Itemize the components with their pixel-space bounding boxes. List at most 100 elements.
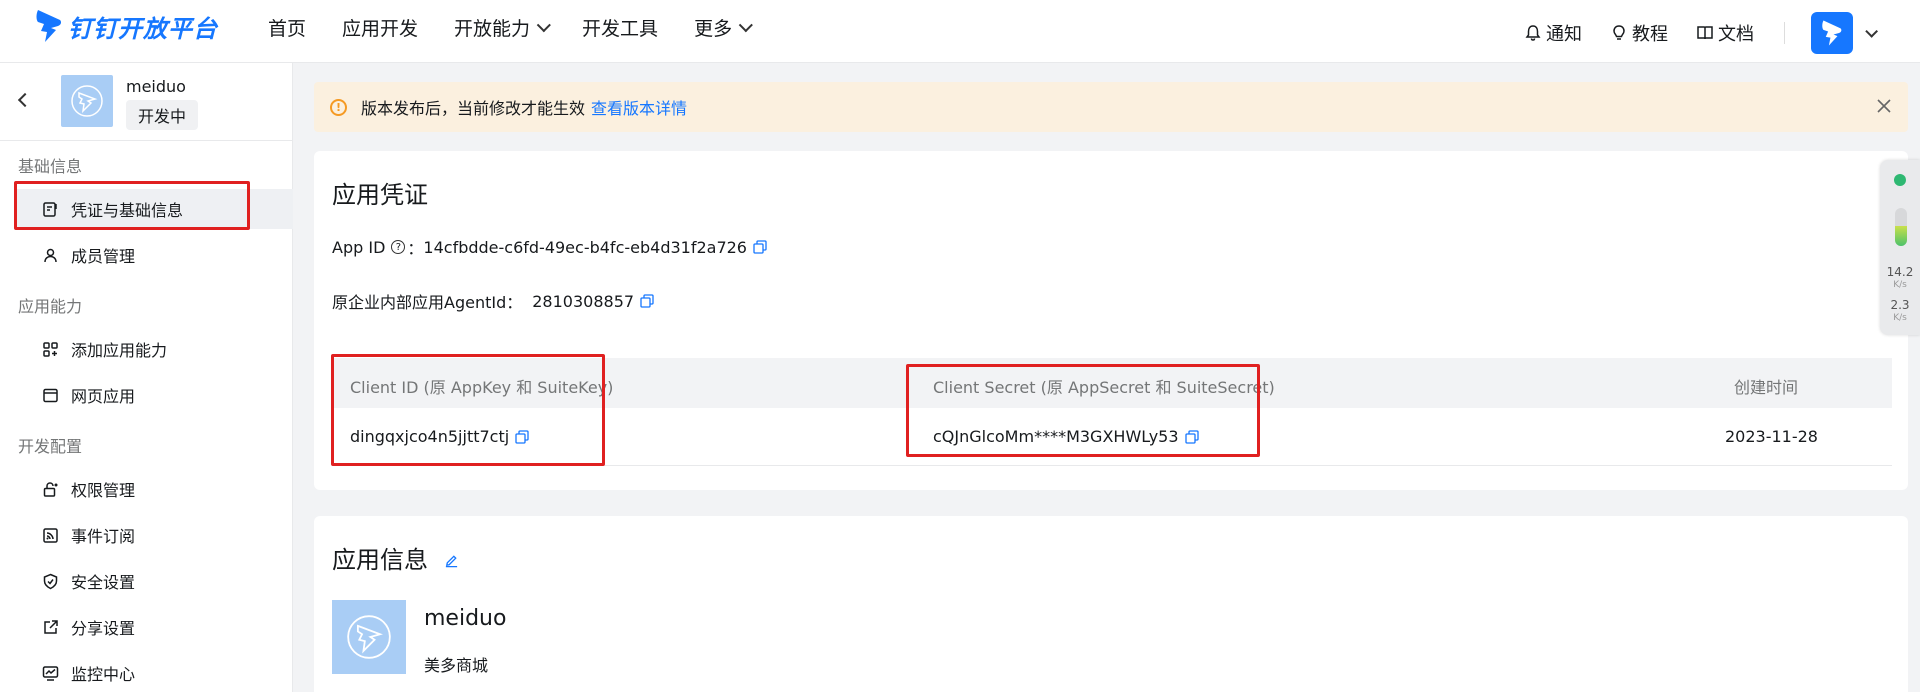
app-info-desc: 美多商城 bbox=[424, 656, 489, 675]
sidebar-item-add-capability[interactable]: 添加应用能力 bbox=[14, 329, 293, 369]
rss-icon bbox=[43, 527, 58, 543]
load-bar-fill bbox=[1895, 226, 1907, 246]
user-icon bbox=[44, 248, 57, 262]
sidebar-item-monitor[interactable]: 监控中心 bbox=[14, 653, 293, 692]
monitor-icon bbox=[42, 665, 59, 681]
app-logo-icon bbox=[71, 85, 103, 117]
alert-text: 版本发布后，当前修改才能生效 bbox=[361, 99, 586, 118]
group-dev-config: 开发配置 bbox=[18, 437, 83, 456]
nav-more[interactable]: 更多 bbox=[694, 14, 753, 41]
top-navbar: 钉钉开放平台 首页 应用开发 开放能力 开发工具 更多 通知 教程 文档 bbox=[0, 0, 1920, 63]
dingtalk-logo[interactable]: 钉钉开放平台 bbox=[34, 6, 218, 46]
chevron-down-icon[interactable] bbox=[1865, 24, 1878, 38]
sidebar-item-share[interactable]: 分享设置 bbox=[14, 607, 293, 647]
client-secret-value: cQJnGlcoMm****M3GXHWLy53 bbox=[933, 427, 1179, 446]
sidebar-item-security[interactable]: 安全设置 bbox=[14, 561, 293, 601]
col-client-id: Client ID (原 AppKey 和 SuiteKey) bbox=[350, 378, 614, 397]
nav-open-capability-label: 开放能力 bbox=[454, 18, 531, 40]
notify-label: 通知 bbox=[1546, 24, 1582, 45]
sidebar-item-permissions[interactable]: 权限管理 bbox=[14, 469, 293, 509]
sidebar-item-label: 权限管理 bbox=[71, 481, 136, 500]
agent-id-value: 2810308857 bbox=[532, 291, 635, 311]
webpage-icon bbox=[43, 388, 58, 402]
created-at-value: 2023-11-28 bbox=[1725, 427, 1818, 446]
back-arrow-icon[interactable] bbox=[17, 92, 33, 108]
app-id-label: App ID bbox=[332, 237, 386, 257]
sidebar-item-label: 网页应用 bbox=[71, 387, 136, 406]
sidebar-item-label: 分享设置 bbox=[71, 619, 136, 638]
user-avatar[interactable] bbox=[1811, 12, 1853, 54]
download-unit: K/s bbox=[1893, 313, 1907, 323]
app-info-name: meiduo bbox=[424, 606, 507, 631]
credentials-title: 应用凭证 bbox=[332, 181, 428, 209]
col-client-secret: Client Secret (原 AppSecret 和 SuiteSecret… bbox=[933, 378, 1275, 397]
agent-id-row: 原企业内部应用AgentId： 2810308857 bbox=[332, 289, 654, 313]
nav-more-label: 更多 bbox=[694, 18, 733, 40]
nav-open-capability[interactable]: 开放能力 bbox=[454, 14, 551, 41]
group-app-capability: 应用能力 bbox=[18, 297, 83, 316]
logo-text: 钉钉开放平台 bbox=[68, 14, 218, 43]
divider bbox=[1784, 22, 1785, 44]
copy-icon[interactable] bbox=[753, 240, 767, 254]
status-dot bbox=[1894, 174, 1906, 186]
app-thumbnail bbox=[61, 75, 113, 127]
book-icon bbox=[1697, 26, 1713, 40]
copy-icon[interactable] bbox=[1184, 429, 1199, 444]
app-logo-icon bbox=[347, 615, 391, 659]
sidebar-item-credentials[interactable]: 凭证与基础信息 bbox=[14, 189, 293, 229]
tutorial-link[interactable]: 教程 bbox=[1610, 20, 1668, 46]
help-icon[interactable]: ? bbox=[391, 240, 406, 254]
credentials-card: 应用凭证 App ID ? ： 14cfbdde-c6fd-49ec-b4fc-… bbox=[314, 151, 1908, 490]
dingtalk-avatar-icon bbox=[1822, 20, 1842, 46]
sidebar-item-label: 事件订阅 bbox=[71, 527, 136, 546]
docs-label: 文档 bbox=[1718, 24, 1754, 45]
app-status-badge: 开发中 bbox=[126, 100, 199, 130]
share-icon bbox=[44, 619, 58, 634]
nav-app-dev[interactable]: 应用开发 bbox=[342, 14, 418, 41]
sidebar-item-members[interactable]: 成员管理 bbox=[14, 235, 293, 275]
copy-icon[interactable] bbox=[640, 294, 654, 308]
sidebar-item-web-app[interactable]: 网页应用 bbox=[14, 375, 293, 415]
docs-link[interactable]: 文档 bbox=[1696, 20, 1754, 46]
nav-app-dev-label: 应用开发 bbox=[342, 18, 419, 40]
version-alert: ! 版本发布后，当前修改才能生效 查看版本详情 bbox=[314, 82, 1908, 132]
app-id-row: App ID ? ： 14cfbdde-c6fd-49ec-b4fc-eb4d3… bbox=[332, 235, 767, 259]
upload-unit: K/s bbox=[1893, 280, 1907, 290]
sidebar-item-label: 成员管理 bbox=[71, 247, 136, 266]
view-version-link[interactable]: 查看版本详情 bbox=[591, 95, 687, 119]
app-name: meiduo bbox=[126, 77, 186, 96]
nav-dev-tools[interactable]: 开发工具 bbox=[582, 14, 658, 41]
app-info-card: 应用信息 meiduo 美多商城 bbox=[314, 516, 1908, 692]
app-info-title-row: 应用信息 bbox=[332, 540, 459, 575]
copy-icon[interactable] bbox=[515, 429, 529, 444]
top-right-menu: 通知 教程 文档 bbox=[1496, 12, 1878, 54]
sidebar-item-label: 添加应用能力 bbox=[71, 341, 168, 360]
col-created-at: 创建时间 bbox=[1734, 378, 1799, 397]
client-id-value: dingqxjco4n5jjtt7ctj bbox=[350, 427, 510, 446]
upload-speed: 14.2 bbox=[1886, 265, 1914, 279]
nav-dev-tools-label: 开发工具 bbox=[582, 18, 659, 40]
edit-icon[interactable] bbox=[444, 553, 459, 568]
app-info-thumbnail bbox=[332, 600, 406, 674]
sidebar: meiduo 开发中 基础信息 凭证与基础信息 成员管理 应用能力 添加应用能力… bbox=[0, 63, 293, 692]
chevron-down-icon bbox=[738, 17, 753, 32]
main-nav: 首页 应用开发 开放能力 开发工具 更多 bbox=[268, 14, 784, 41]
network-speed-widget[interactable]: 14.2 K/s 2.3 K/s bbox=[1880, 160, 1920, 335]
credential-icon bbox=[43, 201, 57, 217]
chevron-down-icon bbox=[536, 17, 551, 32]
bulb-icon bbox=[1613, 25, 1625, 40]
bell-icon bbox=[1525, 25, 1541, 41]
tutorial-label: 教程 bbox=[1632, 24, 1668, 45]
load-bar bbox=[1895, 208, 1907, 246]
shield-icon bbox=[43, 573, 58, 589]
sidebar-item-label: 监控中心 bbox=[71, 665, 136, 684]
nav-home-label: 首页 bbox=[268, 18, 307, 40]
agent-id-label: 原企业内部应用AgentId： bbox=[332, 293, 523, 312]
sidebar-item-event-subscription[interactable]: 事件订阅 bbox=[14, 515, 293, 555]
client-id-cell: dingqxjco4n5jjtt7ctj bbox=[350, 427, 529, 446]
nav-home[interactable]: 首页 bbox=[268, 14, 306, 41]
close-icon[interactable] bbox=[1874, 96, 1894, 116]
app-id-separator: ： bbox=[407, 239, 424, 258]
app-info-title: 应用信息 bbox=[332, 546, 428, 574]
notify-link[interactable]: 通知 bbox=[1524, 20, 1582, 46]
